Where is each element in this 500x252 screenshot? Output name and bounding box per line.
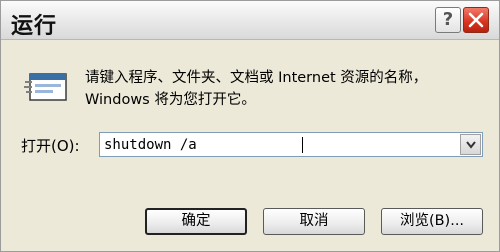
open-label: 打开(O): xyxy=(21,137,80,155)
run-window-icon xyxy=(24,73,67,101)
question-mark-icon: ? xyxy=(442,9,454,30)
close-icon xyxy=(468,12,484,28)
text-caret xyxy=(302,137,303,153)
run-dialog: 运行 ? 请键入程序、文件夹、文档或 Internet 资源的名称，Window… xyxy=(0,0,500,252)
ok-button[interactable]: 确定 xyxy=(145,208,247,235)
dialog-body: 请键入程序、文件夹、文档或 Internet 资源的名称，Windows 将为您… xyxy=(1,40,499,251)
dropdown-button[interactable] xyxy=(460,134,481,155)
help-button[interactable]: ? xyxy=(435,7,461,33)
browse-button[interactable]: 浏览(B)... xyxy=(381,208,483,235)
chevron-down-icon xyxy=(466,141,476,149)
window-title: 运行 xyxy=(11,14,58,39)
run-description: 请键入程序、文件夹、文档或 Internet 资源的名称，Windows 将为您… xyxy=(85,70,428,108)
cancel-button[interactable]: 取消 xyxy=(263,208,365,235)
command-input[interactable] xyxy=(102,134,462,155)
title-bar[interactable]: 运行 ? xyxy=(1,1,499,40)
close-button[interactable] xyxy=(463,7,489,33)
command-combobox[interactable] xyxy=(99,132,483,157)
